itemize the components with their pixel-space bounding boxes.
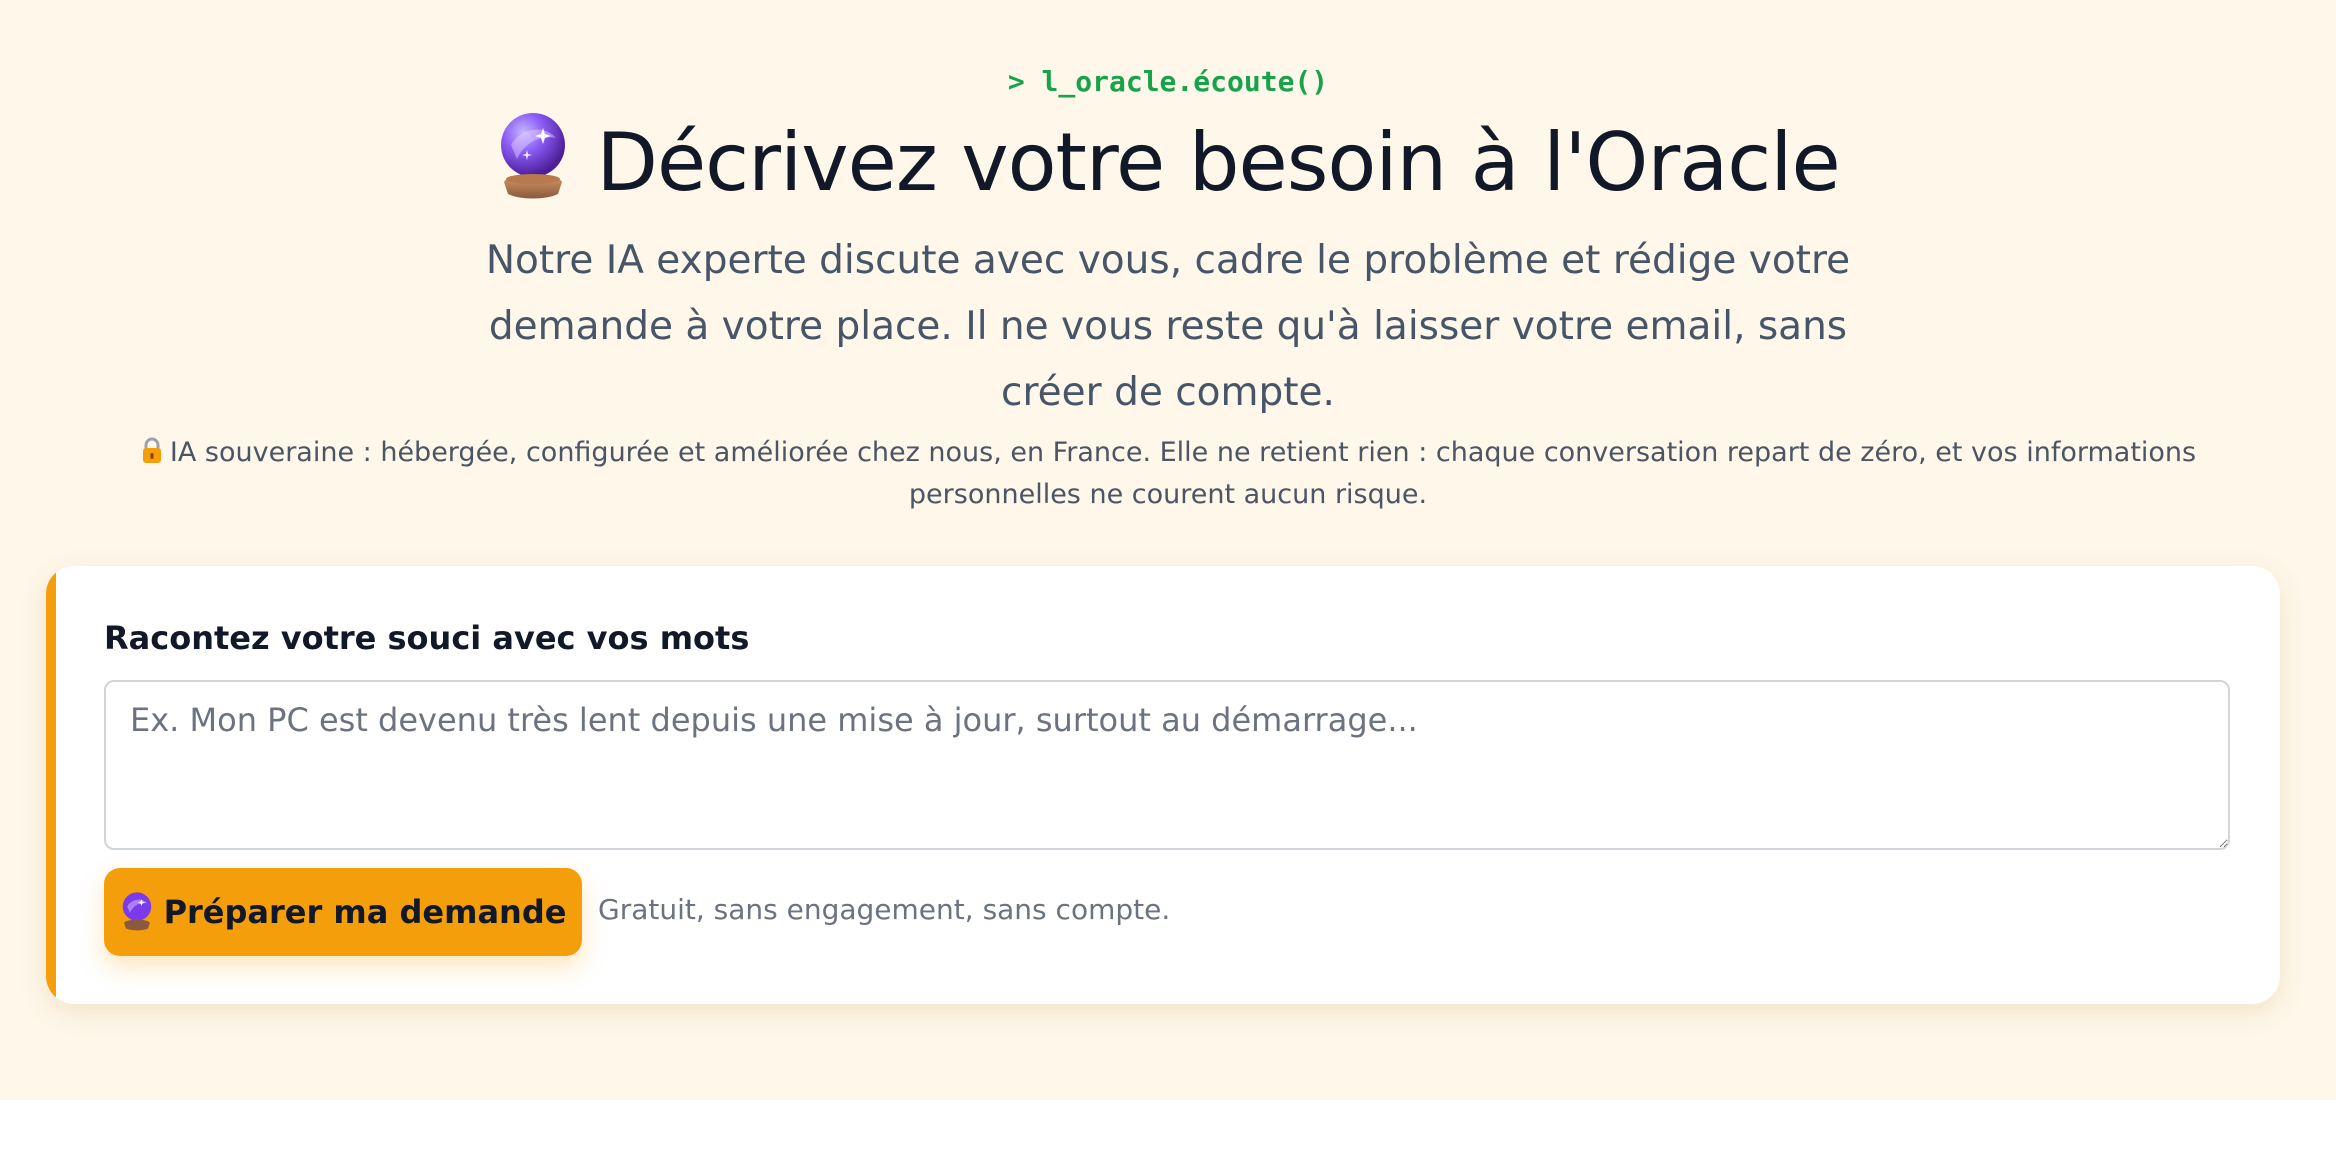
lock-icon bbox=[140, 436, 164, 464]
prepare-request-button[interactable]: Préparer ma demande bbox=[104, 868, 582, 956]
oracle-prompt: > l_oracle.écoute() bbox=[1007, 65, 1329, 98]
privacy-notice-text: IA souveraine : hébergée, configurée et … bbox=[169, 437, 2197, 510]
page-title: Décrivez votre besoin à l'Oracle bbox=[0, 110, 2336, 215]
hero-section: > l_oracle.écoute() Décrivez votre besoi… bbox=[0, 0, 2336, 1100]
free-offer-hint: Gratuit, sans engagement, sans compte. bbox=[598, 893, 1171, 926]
problem-description-input[interactable] bbox=[104, 680, 2230, 850]
request-card: Racontez votre souci avec vos mots Prépa… bbox=[46, 566, 2280, 1004]
page-title-text: Décrivez votre besoin à l'Oracle bbox=[596, 116, 1840, 209]
crystal-ball-icon bbox=[120, 876, 154, 931]
request-label: Racontez votre souci avec vos mots bbox=[104, 619, 750, 657]
card-accent-bar bbox=[46, 566, 56, 1004]
prepare-request-label: Préparer ma demande bbox=[163, 893, 567, 931]
crystal-ball-icon bbox=[496, 110, 570, 200]
page-subtitle: Notre IA experte discute avec vous, cadr… bbox=[485, 238, 1851, 415]
privacy-notice: IA souveraine : hébergée, configurée et … bbox=[72, 432, 2264, 516]
